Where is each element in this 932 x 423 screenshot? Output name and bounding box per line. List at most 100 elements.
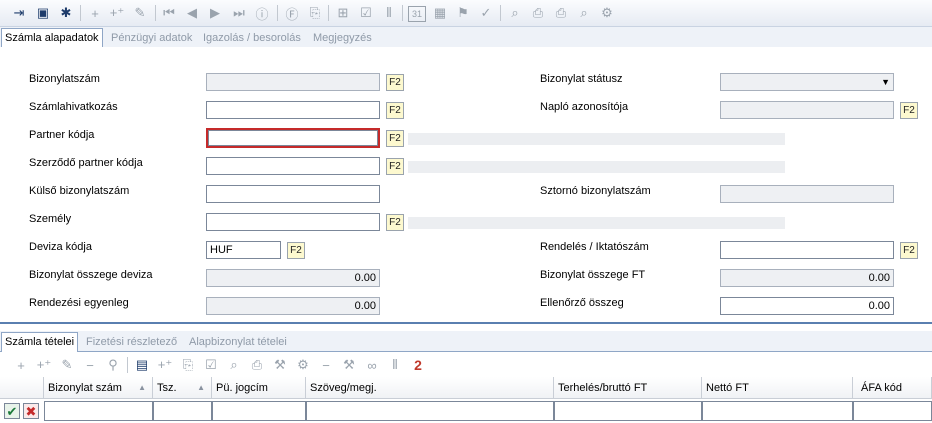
new-row-afa-kod[interactable]: [853, 401, 932, 421]
new-row-bizonylat-szam[interactable]: [44, 401, 153, 421]
info-icon[interactable]: ⓘ: [253, 4, 271, 22]
naplo-azonosito-f2-button[interactable]: F2: [900, 102, 918, 119]
osszeg-ft-field[interactable]: 0.00: [720, 269, 894, 287]
szamlahivatkozas-field[interactable]: [206, 101, 380, 119]
prev-icon[interactable]: ◀: [183, 4, 201, 22]
col-afa-kod[interactable]: ÁFA kód: [853, 377, 932, 399]
confirm-row-icon[interactable]: ✔: [4, 403, 20, 419]
partner-kodja-field[interactable]: [206, 128, 380, 148]
search-icon[interactable]: ⚲: [104, 356, 122, 374]
col-szoveg-megj[interactable]: Szöveg/megj.: [306, 377, 554, 399]
save-new-icon[interactable]: ✱: [57, 4, 75, 22]
settings-icon[interactable]: ⚙: [294, 356, 312, 374]
chevron-down-icon[interactable]: ▼: [881, 77, 890, 87]
calendar-icon[interactable]: 31: [408, 6, 426, 22]
add-row-icon[interactable]: +⁺: [156, 356, 174, 374]
naplo-azonosito-field[interactable]: [720, 101, 894, 119]
tab-igazolas-besorolas[interactable]: Igazolás / besorolás: [200, 29, 304, 47]
col-label: Tsz.: [157, 382, 177, 394]
kulso-bizonylatszam-field[interactable]: [206, 185, 380, 203]
new-row-tsz[interactable]: [153, 401, 212, 421]
col-label: Szöveg/megj.: [310, 382, 377, 394]
col-tsz[interactable]: Tsz. ▲: [153, 377, 212, 399]
tab-megjegyzes[interactable]: Megjegyzés: [310, 29, 375, 47]
first-icon[interactable]: ⏮: [160, 4, 178, 22]
filter-icon[interactable]: Ⓕ: [283, 4, 301, 22]
szemely-f2-button[interactable]: F2: [386, 214, 404, 231]
export-icon[interactable]: ⎙: [529, 4, 547, 22]
remove-icon[interactable]: −: [81, 356, 99, 374]
szerzodo-partner-f2-button[interactable]: F2: [386, 158, 404, 175]
sztorno-bizonylatszam-field[interactable]: [720, 185, 894, 203]
binoculars-icon[interactable]: ∞: [363, 356, 381, 374]
remove2-icon[interactable]: −: [317, 356, 335, 374]
post-icon[interactable]: ⊞: [334, 4, 352, 22]
col-pu-jogcim[interactable]: Pü. jogcím: [212, 377, 306, 399]
tool-icon[interactable]: ⚒: [271, 356, 289, 374]
form-pane: Bizonylatszám F2 Számlahivatkozás F2 Par…: [0, 47, 932, 324]
copy-icon[interactable]: ⎘: [179, 356, 197, 374]
add-icon[interactable]: +: [12, 356, 30, 374]
rendeles-iktatoszam-f2-button[interactable]: F2: [900, 242, 918, 259]
szamlahivatkozas-f2-button[interactable]: F2: [386, 102, 404, 119]
new-row-terheles[interactable]: [554, 401, 702, 421]
tab-szamla-alapadatok[interactable]: Számla alapadatok: [1, 28, 103, 49]
new-row-pu-jogcim[interactable]: [212, 401, 306, 421]
osszeg-deviza-field[interactable]: 0.00: [206, 269, 380, 287]
szemely-field[interactable]: [206, 213, 380, 231]
col-bizonylat-szam[interactable]: Bizonylat szám ▲: [44, 377, 153, 399]
edit-icon[interactable]: ✎: [58, 356, 76, 374]
print-preview-icon[interactable]: ⌕: [575, 4, 593, 22]
grid-corner: [0, 377, 44, 399]
col-netto-ft[interactable]: Nettó FT: [702, 377, 853, 399]
deviza-kodja-field[interactable]: HUF: [206, 241, 281, 259]
tab-penzugyi-adatok[interactable]: Pénzügyi adatok: [108, 29, 195, 47]
ellenorzo-osszeg-field[interactable]: 0.00: [720, 297, 894, 315]
bizonylat-statusz-select[interactable]: ▼: [720, 73, 894, 91]
add-icon[interactable]: +: [86, 4, 104, 22]
szerzodo-partner-field[interactable]: [206, 157, 380, 175]
print-icon[interactable]: ⎙: [552, 4, 570, 22]
export-icon[interactable]: ⎙: [248, 356, 266, 374]
rendezesi-egyenleg-field[interactable]: 0.00: [206, 297, 380, 315]
add-multi-icon[interactable]: +⁺: [108, 4, 126, 22]
bizonylatszam-f2-button[interactable]: F2: [386, 74, 404, 91]
flag-icon[interactable]: ⚑: [454, 4, 472, 22]
rendeles-iktatoszam-field[interactable]: [720, 241, 894, 259]
tab-szamla-tetelei[interactable]: Számla tételei: [1, 332, 79, 353]
save-icon[interactable]: ▣: [34, 4, 52, 22]
deviza-kodja-label: Deviza kódja: [29, 241, 92, 253]
add-multi-icon[interactable]: +⁺: [35, 356, 53, 374]
grid-toolbar: + +⁺ ✎ − ⚲ ▤ +⁺ ⎘ ☑ ⌕ ⎙ ⚒ ⚙ − ⚒ ∞ ⫴ 2: [0, 352, 932, 376]
deviza-kodja-f2-button[interactable]: F2: [287, 242, 305, 259]
new-row-szoveg[interactable]: [306, 401, 554, 421]
col-label: Nettó FT: [706, 382, 749, 394]
edit-row-icon[interactable]: ☑: [202, 356, 220, 374]
edit-icon[interactable]: ✎: [131, 4, 149, 22]
last-icon[interactable]: ⏭: [230, 4, 248, 22]
preview-icon[interactable]: ⌕: [225, 356, 243, 374]
col-terheles-brutto[interactable]: Terhelés/bruttó FT: [554, 377, 702, 399]
cancel-row-icon[interactable]: ✖: [23, 403, 39, 419]
split-icon[interactable]: ⫴: [386, 356, 404, 374]
split-icon[interactable]: ⫴: [380, 4, 398, 22]
exit-icon[interactable]: ⇥: [10, 4, 28, 22]
tab-fizetesi-reszletezo[interactable]: Fizetési részletező: [83, 333, 180, 351]
copy-icon[interactable]: ⎘: [306, 4, 324, 22]
preview-icon[interactable]: ⌕: [506, 4, 524, 22]
calendar-add-icon[interactable]: ▦: [431, 4, 449, 22]
grid-icon[interactable]: ▤: [133, 356, 151, 374]
new-row-netto[interactable]: [702, 401, 853, 421]
items-grid: Bizonylat szám ▲ Tsz. ▲ Pü. jogcím Szöveg/…: [0, 377, 932, 423]
sort-icon: ▲: [197, 383, 205, 392]
next-icon[interactable]: ▶: [206, 4, 224, 22]
stamp-icon[interactable]: ✓: [477, 4, 495, 22]
partner-kodja-f2-button[interactable]: F2: [386, 130, 404, 147]
print-settings-icon[interactable]: ⚙: [598, 4, 616, 22]
szamlahivatkozas-label: Számlahivatkozás: [29, 101, 118, 113]
hammer-icon[interactable]: ⚒: [340, 356, 358, 374]
tab-alapbizonylat-tetelei[interactable]: Alapbizonylat tételei: [186, 333, 290, 351]
bizonylatszam-field[interactable]: [206, 73, 380, 91]
col-label: Bizonylat szám: [48, 382, 122, 394]
approve-icon[interactable]: ☑: [357, 4, 375, 22]
